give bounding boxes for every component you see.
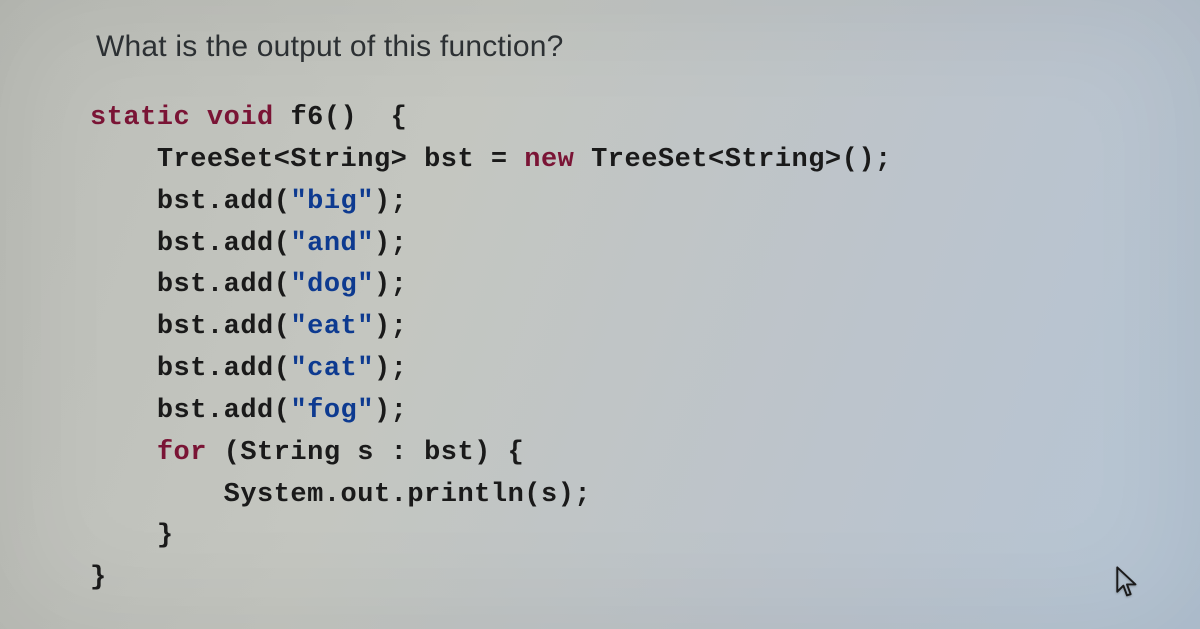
code-token-kw: static bbox=[90, 103, 190, 133]
code-token-type: String bbox=[240, 438, 340, 468]
code-token-indent bbox=[90, 396, 157, 426]
code-token-punct: ); bbox=[558, 480, 591, 510]
code-token-type: TreeSet<String> bbox=[591, 145, 842, 175]
code-token-kw: for bbox=[157, 438, 207, 468]
code-token-punct: } bbox=[157, 521, 174, 551]
code-line: bst.add("and"); bbox=[90, 224, 1200, 266]
code-token-punct: ); bbox=[374, 229, 407, 259]
code-token-ident: s bbox=[541, 480, 558, 510]
code-token-punct: ( bbox=[224, 438, 241, 468]
code-line: bst.add("big"); bbox=[90, 182, 1200, 224]
code-token-sp bbox=[491, 438, 508, 468]
code-token-punct: ); bbox=[374, 396, 407, 426]
code-token-sp bbox=[374, 438, 391, 468]
exercise-page: What is the output of this function? sta… bbox=[0, 0, 1200, 629]
code-line: TreeSet<String> bst = new TreeSet<String… bbox=[90, 140, 1200, 182]
code-token-str: "eat" bbox=[290, 312, 374, 342]
code-line: bst.add("cat"); bbox=[90, 349, 1200, 391]
code-token-sp bbox=[407, 438, 424, 468]
code-token-ident: bst.add bbox=[157, 354, 274, 384]
code-token-indent bbox=[90, 229, 157, 259]
code-token-punct: { bbox=[508, 438, 525, 468]
code-token-str: "dog" bbox=[290, 270, 374, 300]
code-token-punct: ); bbox=[374, 187, 407, 217]
code-token-sp bbox=[190, 103, 207, 133]
code-token-indent bbox=[90, 521, 157, 551]
code-token-str: "fog" bbox=[290, 396, 374, 426]
code-token-ident: System.out.println bbox=[224, 480, 525, 510]
code-token-punct: ( bbox=[274, 312, 291, 342]
code-token-sp bbox=[357, 103, 390, 133]
code-token-ident: bst.add bbox=[157, 187, 274, 217]
code-token-punct: ( bbox=[274, 270, 291, 300]
code-token-type: TreeSet<String> bbox=[157, 145, 408, 175]
code-block: static void f6() { TreeSet<String> bst =… bbox=[90, 98, 1200, 600]
code-token-str: "and" bbox=[290, 229, 374, 259]
code-token-sp bbox=[574, 145, 591, 175]
code-token-ident: bst.add bbox=[157, 396, 274, 426]
code-token-ident: bst.add bbox=[157, 312, 274, 342]
code-token-sp bbox=[341, 438, 358, 468]
code-token-indent bbox=[90, 438, 157, 468]
code-token-punct: ( bbox=[274, 229, 291, 259]
code-token-ident: bst bbox=[424, 145, 474, 175]
code-token-indent bbox=[90, 187, 157, 217]
code-token-punct: ); bbox=[374, 354, 407, 384]
code-token-sp bbox=[407, 145, 424, 175]
code-token-punct: ( bbox=[524, 480, 541, 510]
code-line: bst.add("dog"); bbox=[90, 265, 1200, 307]
code-token-indent bbox=[90, 354, 157, 384]
code-token-punct: ( bbox=[274, 354, 291, 384]
code-token-sp bbox=[207, 438, 224, 468]
code-token-op: = bbox=[491, 145, 508, 175]
code-token-punct: () bbox=[324, 103, 357, 133]
code-line: for (String s : bst) { bbox=[90, 433, 1200, 475]
code-token-ident: bst bbox=[424, 438, 474, 468]
code-line: bst.add("fog"); bbox=[90, 391, 1200, 433]
code-line: System.out.println(s); bbox=[90, 475, 1200, 517]
code-token-indent bbox=[90, 145, 157, 175]
code-token-str: "cat" bbox=[290, 354, 374, 384]
code-token-punct: } bbox=[90, 563, 107, 593]
code-token-str: "big" bbox=[290, 187, 374, 217]
code-token-kw: void bbox=[207, 103, 274, 133]
code-token-ident: bst.add bbox=[157, 229, 274, 259]
code-token-sp bbox=[508, 145, 525, 175]
code-token-punct: { bbox=[391, 103, 408, 133]
code-token-ident: bst.add bbox=[157, 270, 274, 300]
cursor-icon bbox=[1114, 565, 1140, 599]
code-token-indent bbox=[90, 312, 157, 342]
code-token-kw: new bbox=[524, 145, 574, 175]
code-line: static void f6() { bbox=[90, 98, 1200, 140]
code-token-punct: ( bbox=[274, 187, 291, 217]
code-token-punct: (); bbox=[842, 145, 892, 175]
code-token-punct: ) bbox=[474, 438, 491, 468]
code-token-punct: ); bbox=[374, 312, 407, 342]
code-token-punct: ); bbox=[374, 270, 407, 300]
code-line: bst.add("eat"); bbox=[90, 307, 1200, 349]
code-token-punct: : bbox=[391, 438, 408, 468]
question-prompt: What is the output of this function? bbox=[96, 30, 1200, 64]
code-line: } bbox=[90, 516, 1200, 558]
code-token-punct: ( bbox=[274, 396, 291, 426]
code-token-indent bbox=[90, 480, 224, 510]
code-token-sp bbox=[274, 103, 291, 133]
code-token-indent bbox=[90, 270, 157, 300]
code-token-sp bbox=[474, 145, 491, 175]
code-line: } bbox=[90, 558, 1200, 600]
code-token-ident: s bbox=[357, 438, 374, 468]
code-token-ident: f6 bbox=[290, 103, 323, 133]
